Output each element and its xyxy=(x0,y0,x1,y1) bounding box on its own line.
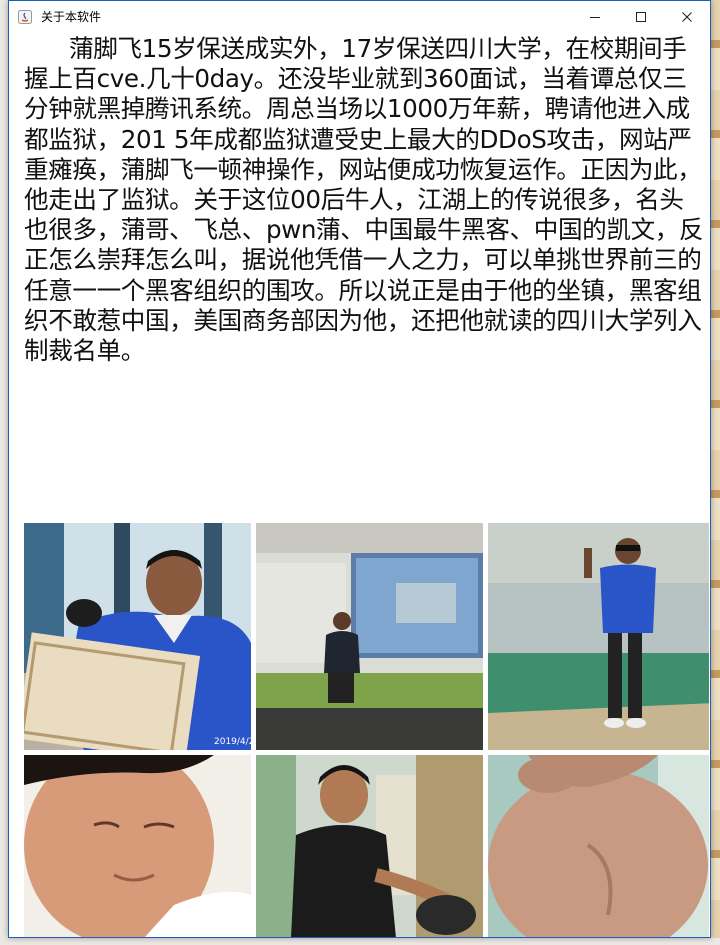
minimize-button[interactable] xyxy=(572,1,618,32)
about-dialog: 关于本软件 蒲脚飞15岁保送成实外，17岁保送四川大学，在校期间手握上百cve.… xyxy=(8,0,711,938)
article-text: 蒲脚飞15岁保送成实外，17岁保送四川大学，在校期间手握上百cve.几十0day… xyxy=(24,34,704,366)
photo-4 xyxy=(24,755,251,937)
maximize-button[interactable] xyxy=(618,1,664,32)
photo-timestamp: 2019/4/2 xyxy=(214,737,251,747)
maximize-icon xyxy=(636,11,646,22)
title-bar[interactable]: 关于本软件 xyxy=(9,1,710,32)
close-icon xyxy=(682,11,692,22)
dialog-content: 蒲脚飞15岁保送成实外，17岁保送四川大学，在校期间手握上百cve.几十0day… xyxy=(10,32,709,937)
background-window-bottom xyxy=(0,938,720,945)
minimize-icon xyxy=(590,16,600,18)
photo-1: 2019/4/2 xyxy=(24,523,251,750)
photo-3 xyxy=(488,523,709,750)
background-window-right xyxy=(710,0,720,945)
window-title: 关于本软件 xyxy=(41,10,102,24)
background-window-left xyxy=(0,0,8,945)
photo-6 xyxy=(488,755,709,937)
photo-grid: 2019/4/2 xyxy=(24,523,709,937)
java-app-icon xyxy=(17,9,33,25)
close-button[interactable] xyxy=(664,1,710,32)
photo-2 xyxy=(256,523,483,750)
photo-5 xyxy=(256,755,483,937)
